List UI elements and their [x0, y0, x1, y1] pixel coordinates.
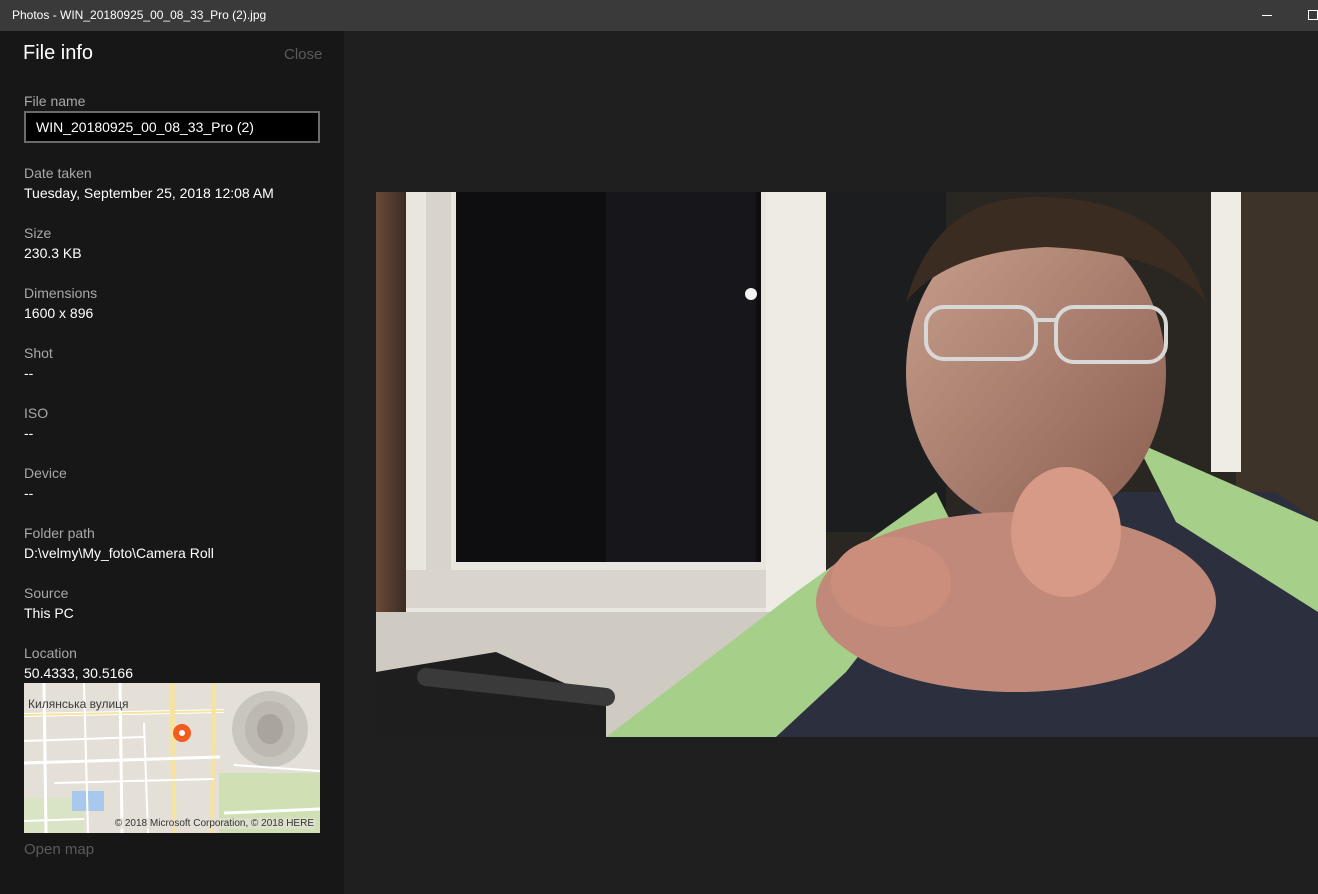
window-title: Photos - WIN_20180925_00_08_33_Pro (2).j… — [12, 8, 267, 22]
close-button[interactable]: Close — [284, 46, 322, 63]
map-street-label: Килянська вулиця — [28, 697, 129, 711]
minimize-icon — [1262, 15, 1272, 16]
location-map[interactable]: Килянська вулиця © 2018 Microsoft Corpor… — [24, 683, 320, 833]
dimensions-label: Dimensions — [24, 285, 98, 301]
size-value: 230.3 KB — [24, 245, 82, 261]
dimensions-value: 1600 x 896 — [24, 305, 94, 321]
date-taken-label: Date taken — [24, 165, 92, 181]
device-label: Device — [24, 465, 67, 481]
folder-path-value: D:\velmy\My_foto\Camera Roll — [24, 545, 214, 561]
maximize-button[interactable] — [1290, 0, 1318, 31]
minimize-button[interactable] — [1244, 0, 1290, 31]
source-value: This PC — [24, 605, 74, 621]
location-label: Location — [24, 645, 77, 661]
shot-value: -- — [24, 365, 34, 381]
maximize-icon — [1308, 10, 1318, 20]
location-value: 50.4333, 30.5166 — [24, 665, 133, 681]
device-value: -- — [24, 485, 34, 501]
map-copyright: © 2018 Microsoft Corporation, © 2018 HER… — [113, 818, 315, 829]
file-name-label: File name — [24, 93, 86, 109]
folder-path-label: Folder path — [24, 525, 95, 541]
size-label: Size — [24, 225, 52, 241]
iso-value: -- — [24, 425, 34, 441]
panel-title: File info — [23, 42, 94, 64]
file-info-panel: File info Close File name Date taken Tue… — [0, 31, 344, 894]
photo[interactable] — [376, 192, 1318, 737]
date-taken-value: Tuesday, September 25, 2018 12:08 AM — [24, 185, 274, 201]
shot-label: Shot — [24, 345, 53, 361]
location-pin-icon — [173, 724, 191, 742]
iso-label: ISO — [24, 405, 49, 421]
file-name-input[interactable] — [24, 111, 320, 143]
open-map-link[interactable]: Open map — [24, 841, 94, 858]
title-bar: Photos - WIN_20180925_00_08_33_Pro (2).j… — [0, 0, 1318, 31]
source-label: Source — [24, 585, 69, 601]
photo-viewer — [344, 31, 1318, 894]
photo-image — [376, 192, 1318, 737]
